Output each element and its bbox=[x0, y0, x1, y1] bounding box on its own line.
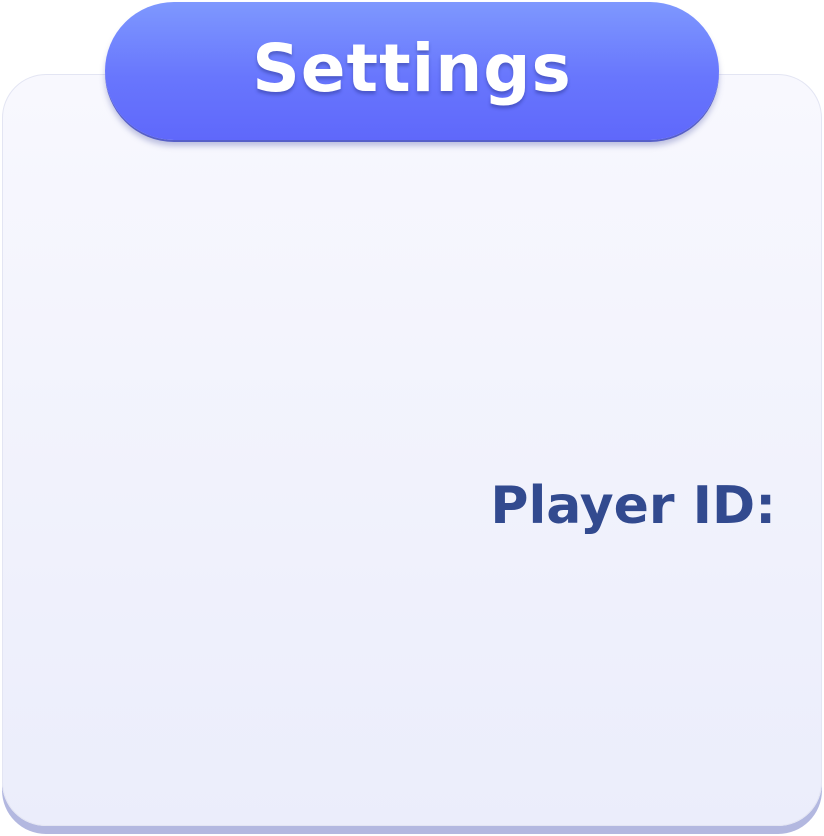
player-id-label: Player ID: bbox=[490, 476, 776, 536]
page-title: Settings bbox=[252, 29, 572, 107]
settings-panel bbox=[2, 74, 822, 826]
title-banner: Settings bbox=[105, 2, 719, 140]
settings-screen: Settings Player ID: bbox=[0, 0, 824, 836]
